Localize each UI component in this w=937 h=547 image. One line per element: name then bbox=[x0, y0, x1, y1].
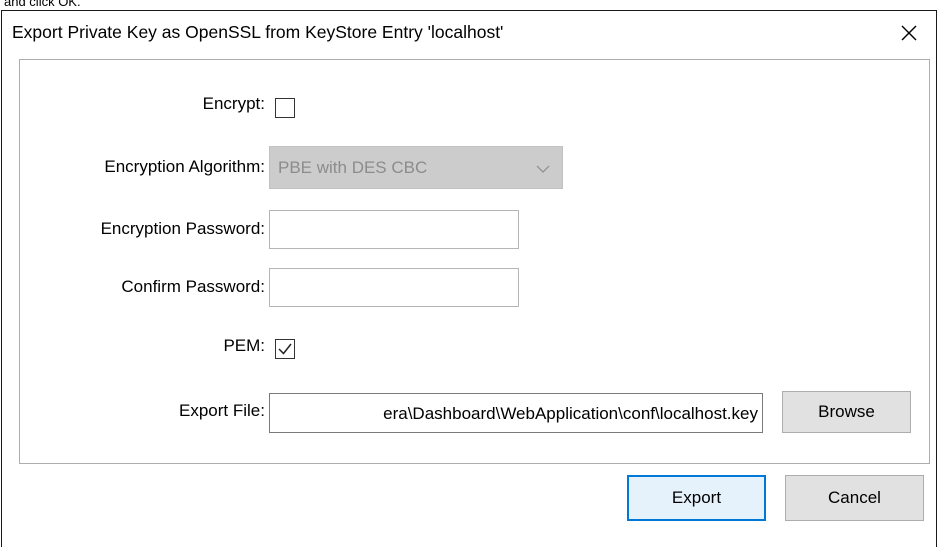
close-icon bbox=[901, 25, 917, 41]
checkmark-icon bbox=[278, 343, 292, 355]
cut-off-instruction-text: and click OK. bbox=[4, 0, 81, 9]
export-button[interactable]: Export bbox=[627, 475, 766, 521]
encryption-password-field[interactable] bbox=[269, 210, 519, 249]
encrypt-checkbox[interactable] bbox=[275, 98, 295, 118]
cancel-button[interactable]: Cancel bbox=[785, 475, 924, 521]
chevron-down-icon bbox=[536, 165, 550, 173]
export-file-value: era\Dashboard\WebApplication\conf\localh… bbox=[383, 404, 758, 423]
close-button[interactable] bbox=[892, 17, 926, 49]
pem-checkbox[interactable] bbox=[275, 339, 295, 359]
browse-button[interactable]: Browse bbox=[782, 391, 911, 433]
pem-label: PEM: bbox=[223, 336, 265, 355]
dialog-title: Export Private Key as OpenSSL from KeySt… bbox=[12, 22, 504, 42]
export-file-input[interactable]: era\Dashboard\WebApplication\conf\localh… bbox=[269, 393, 763, 433]
encryption-password-label: Encryption Password: bbox=[100, 219, 265, 238]
confirm-password-label: Confirm Password: bbox=[121, 277, 265, 296]
encrypt-label: Encrypt: bbox=[202, 94, 265, 113]
encryption-algorithm-select[interactable]: PBE with DES CBC bbox=[269, 146, 563, 189]
confirm-password-field[interactable] bbox=[269, 268, 519, 307]
encryption-algorithm-value: PBE with DES CBC bbox=[278, 158, 428, 177]
page: and click OK. Export Private Key as Open… bbox=[0, 0, 937, 547]
encryption-algorithm-label: Encryption Algorithm: bbox=[104, 157, 265, 176]
title-bar: Export Private Key as OpenSSL from KeySt… bbox=[2, 11, 936, 55]
export-file-label: Export File: bbox=[179, 401, 265, 420]
